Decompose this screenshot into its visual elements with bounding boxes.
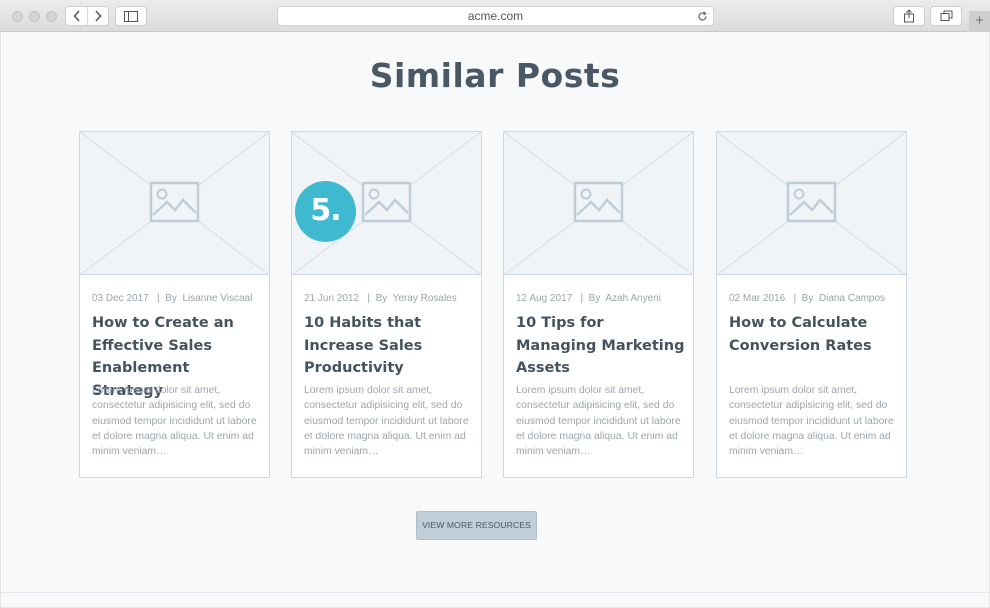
post-by: By bbox=[165, 293, 177, 304]
post-excerpt: Lorem ipsum dolor sit amet, consectetur … bbox=[92, 385, 257, 458]
reload-icon[interactable] bbox=[697, 7, 708, 27]
post-meta: 02 Mar 2016 | By Diana Campos bbox=[729, 293, 885, 304]
tabs-icon[interactable] bbox=[930, 6, 962, 26]
post-by: By bbox=[801, 293, 814, 304]
image-placeholder-icon bbox=[717, 132, 906, 275]
post-meta: 21 Jun 2012 | By Yeray Rosales bbox=[304, 293, 457, 304]
share-icon[interactable] bbox=[893, 6, 925, 26]
address-bar[interactable]: acme.com bbox=[277, 6, 714, 26]
post-date: 03 Dec 2017 bbox=[92, 293, 149, 304]
step-badge: 5. bbox=[295, 181, 356, 242]
page-content: Similar Posts 03 Dec 2017 | By Lisanne V… bbox=[1, 32, 989, 607]
post-title[interactable]: How to Calculate Conversion Rates bbox=[729, 312, 899, 357]
page-title: Similar Posts bbox=[369, 56, 621, 95]
url-text: acme.com bbox=[467, 9, 524, 23]
post-card[interactable]: 12 Aug 2017 | By Azah Anyeni 10 Tips for… bbox=[503, 131, 694, 478]
image-placeholder-icon bbox=[80, 132, 269, 275]
browser-toolbar: acme.com + bbox=[0, 0, 990, 32]
post-excerpt: Lorem ipsum dolor sit amet, consectetur … bbox=[516, 385, 681, 458]
post-by: By bbox=[588, 293, 601, 304]
window-minimize-icon[interactable] bbox=[29, 11, 40, 22]
post-author[interactable]: Azah Anyeni bbox=[605, 293, 661, 304]
post-excerpt: Lorem ipsum dolor sit amet, consectetur … bbox=[304, 385, 469, 458]
post-card[interactable]: 02 Mar 2016 | By Diana Campos How to Cal… bbox=[716, 131, 907, 478]
chevron-left-icon[interactable] bbox=[66, 7, 87, 25]
history-nav bbox=[65, 6, 109, 26]
post-author[interactable]: Lisanne Viscaal bbox=[182, 293, 252, 304]
divider bbox=[1, 592, 989, 593]
post-date: 21 Jun 2012 bbox=[304, 293, 360, 304]
meta-divider: | bbox=[574, 293, 589, 304]
post-author[interactable]: Diana Campos bbox=[819, 293, 885, 304]
image-placeholder-icon bbox=[504, 132, 693, 275]
window-close-icon[interactable] bbox=[12, 11, 23, 22]
post-by: By bbox=[375, 293, 388, 304]
meta-divider: | bbox=[787, 293, 802, 304]
view-more-button[interactable]: VIEW MORE RESOURCES bbox=[416, 511, 537, 540]
meta-divider: | bbox=[151, 293, 166, 304]
chevron-right-icon[interactable] bbox=[87, 7, 108, 25]
meta-divider: | bbox=[361, 293, 376, 304]
plus-icon[interactable]: + bbox=[969, 11, 990, 32]
window-zoom-icon[interactable] bbox=[46, 11, 57, 22]
post-title[interactable]: 10 Habits that Increase Sales Productivi… bbox=[304, 312, 474, 380]
post-excerpt: Lorem ipsum dolor sit amet, consectetur … bbox=[729, 385, 894, 458]
post-card[interactable]: 03 Dec 2017 | By Lisanne Viscaal How to … bbox=[79, 131, 270, 478]
post-title[interactable]: 10 Tips for Managing Marketing Assets bbox=[516, 312, 686, 380]
post-author[interactable]: Yeray Rosales bbox=[393, 293, 457, 304]
post-meta: 03 Dec 2017 | By Lisanne Viscaal bbox=[92, 293, 252, 304]
post-date: 02 Mar 2016 bbox=[729, 293, 786, 304]
sidebar-icon[interactable] bbox=[115, 6, 147, 26]
post-meta: 12 Aug 2017 | By Azah Anyeni bbox=[516, 293, 661, 304]
post-date: 12 Aug 2017 bbox=[516, 293, 573, 304]
